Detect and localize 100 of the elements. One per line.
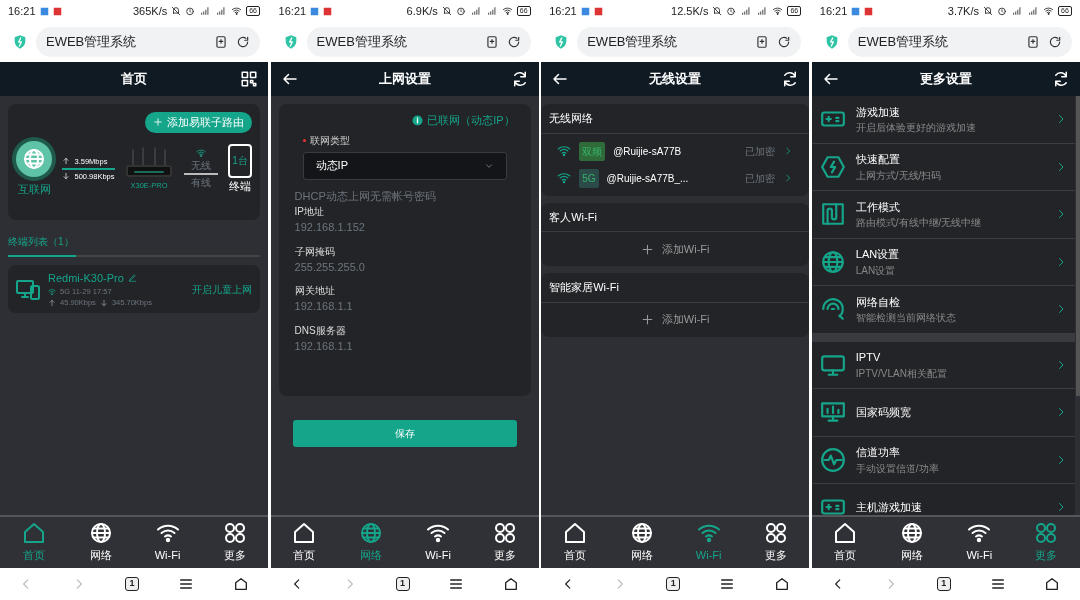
add-wifi-button[interactable]: 添加Wi-Fi	[541, 302, 810, 337]
reload-button[interactable]	[506, 35, 521, 49]
signal-icon	[215, 6, 228, 16]
tab-bar-item[interactable]: Wi-Fi	[675, 517, 743, 568]
download-arrow-icon	[62, 172, 71, 181]
tab-bar-item[interactable]: 更多	[742, 517, 810, 568]
house-icon	[292, 521, 317, 546]
plus-icon	[640, 242, 654, 256]
browser-menu-button[interactable]	[177, 576, 194, 592]
wifi-magnifier-icon	[819, 296, 846, 323]
screen-title: 首页	[121, 70, 147, 89]
loop-box-icon	[819, 201, 846, 228]
item-title: LAN设置	[855, 247, 901, 262]
bell-off-icon	[441, 6, 452, 16]
browser-menu-button[interactable]	[989, 576, 1006, 592]
settings-menu-item[interactable]: 主机游戏加速	[811, 484, 1075, 515]
settings-menu-item[interactable]: 游戏加速 开启后体验更好的游戏加速	[811, 96, 1075, 144]
browser-home-button[interactable]	[503, 576, 520, 592]
tab-bar-item[interactable]: 网络	[67, 517, 134, 568]
home-icon	[1044, 576, 1061, 592]
item-subtitle: IPTV/VLAN相关配置	[855, 366, 948, 381]
shield-bolt-icon	[12, 34, 28, 50]
tab-bar-item[interactable]: 更多	[471, 517, 539, 568]
wifi-network-row[interactable]: 双频 @Ruijie-sA77B 已加密	[541, 137, 810, 165]
pencil-icon	[127, 273, 137, 283]
tab-bar-item[interactable]: 更多	[201, 517, 268, 568]
signal-icon	[199, 6, 212, 16]
tab-bar-item[interactable]: 首页	[541, 517, 609, 568]
field-label: 联网类型	[309, 133, 350, 148]
tab-bar-item[interactable]: 首页	[811, 517, 879, 568]
wifi-icon	[195, 148, 206, 158]
network-speed: 365K/s	[132, 3, 168, 19]
bookmark-add-button[interactable]	[1025, 35, 1040, 49]
settings-menu-item[interactable]: IPTV IPTV/VLAN相关配置	[811, 341, 1075, 389]
tab-count-button[interactable]: 1	[125, 577, 139, 591]
bookmark-add-button[interactable]	[484, 35, 499, 49]
house-icon	[21, 521, 46, 546]
item-subtitle: 手动设置信道/功率	[855, 461, 940, 476]
item-title: 网络自检	[855, 294, 901, 310]
field-value: 192.168.1.1	[294, 299, 354, 314]
page-title: EWEB管理系统	[316, 33, 408, 52]
tab-bar-item[interactable]: 网络	[337, 517, 405, 568]
tab-bar-item[interactable]: 更多	[1012, 517, 1080, 568]
field-value: 192.168.1.152	[294, 220, 366, 235]
home-icon	[773, 576, 790, 592]
signal-icon	[756, 6, 769, 16]
reload-icon	[506, 35, 521, 49]
page-title: EWEB管理系统	[46, 33, 138, 52]
band-tag: 双频	[579, 141, 606, 161]
settings-menu-item[interactable]: LAN设置 LAN设置	[811, 238, 1075, 286]
tab-count-button[interactable]: 1	[936, 577, 951, 591]
security-status: 已加密	[745, 144, 776, 159]
connection-type-select[interactable]: 动态IP	[302, 151, 507, 180]
bookmark-add-button[interactable]	[755, 35, 770, 49]
tab-bar-item[interactable]: 首页	[270, 517, 338, 568]
section-title: 客人Wi-Fi	[541, 202, 810, 232]
tab-count-button[interactable]: 1	[666, 577, 681, 591]
page-title: EWEB管理系统	[587, 33, 679, 52]
download-arrow-icon	[99, 298, 108, 307]
wifi-icon	[557, 144, 572, 158]
tab-count-button[interactable]: 1	[395, 577, 410, 591]
add-wifi-button[interactable]: 添加Wi-Fi	[541, 232, 810, 266]
bookmark-add-button[interactable]	[214, 35, 228, 49]
child-mode-link[interactable]: 开启儿童上网	[192, 281, 252, 297]
tab-bar-item[interactable]: 网络	[878, 517, 946, 568]
tab-bar-item[interactable]: Wi-Fi	[134, 517, 201, 568]
reload-button[interactable]	[236, 35, 250, 49]
ssid: @Ruijie-sA77B_...	[606, 171, 690, 186]
bookmark-plus-icon	[484, 35, 499, 49]
item-title: IPTV	[855, 350, 882, 365]
settings-menu-item[interactable]: 网络自检 智能检测当前网络状态	[811, 286, 1075, 334]
field-value: 255.255.255.0	[294, 259, 366, 275]
info-icon	[412, 114, 424, 126]
settings-menu-item[interactable]: 信道功率 手动设置信道/功率	[811, 436, 1075, 484]
reload-button[interactable]	[1047, 35, 1062, 49]
settings-menu-item[interactable]: 快速配置 上网方式/无线/扫码	[811, 143, 1075, 191]
browser-menu-button[interactable]	[718, 576, 735, 592]
app-notification-icon	[323, 6, 333, 16]
tab-bar-item[interactable]: 首页	[0, 517, 67, 568]
settings-menu-item[interactable]: 工作模式 路由模式/有线中继/无线中继	[811, 191, 1075, 239]
browser-home-button[interactable]	[773, 576, 790, 592]
item-subtitle: 路由模式/有线中继/无线中继	[855, 216, 983, 230]
home-icon	[232, 576, 249, 592]
browser-home-button[interactable]	[232, 576, 249, 592]
house-icon	[833, 521, 858, 546]
edit-name-button[interactable]	[127, 273, 137, 283]
settings-menu-item[interactable]: 国家码频宽	[811, 389, 1075, 437]
tab-bar-item[interactable]: Wi-Fi	[945, 517, 1013, 568]
tab-bar-item[interactable]: 网络	[608, 517, 676, 568]
tab-bar-item[interactable]: Wi-Fi	[404, 517, 472, 568]
app-notification-icon	[864, 6, 874, 16]
upload-arrow-icon	[62, 157, 71, 166]
wifi-network-row[interactable]: 5G @Ruijie-sA77B_... 已加密	[541, 164, 810, 192]
bell-off-icon	[171, 6, 182, 16]
browser-home-button[interactable]	[1044, 576, 1061, 592]
globe-icon	[900, 521, 925, 546]
qr-code-button[interactable]	[240, 70, 258, 88]
wifi-icon	[231, 6, 243, 16]
reload-button[interactable]	[777, 35, 792, 49]
browser-menu-button[interactable]	[448, 576, 465, 592]
